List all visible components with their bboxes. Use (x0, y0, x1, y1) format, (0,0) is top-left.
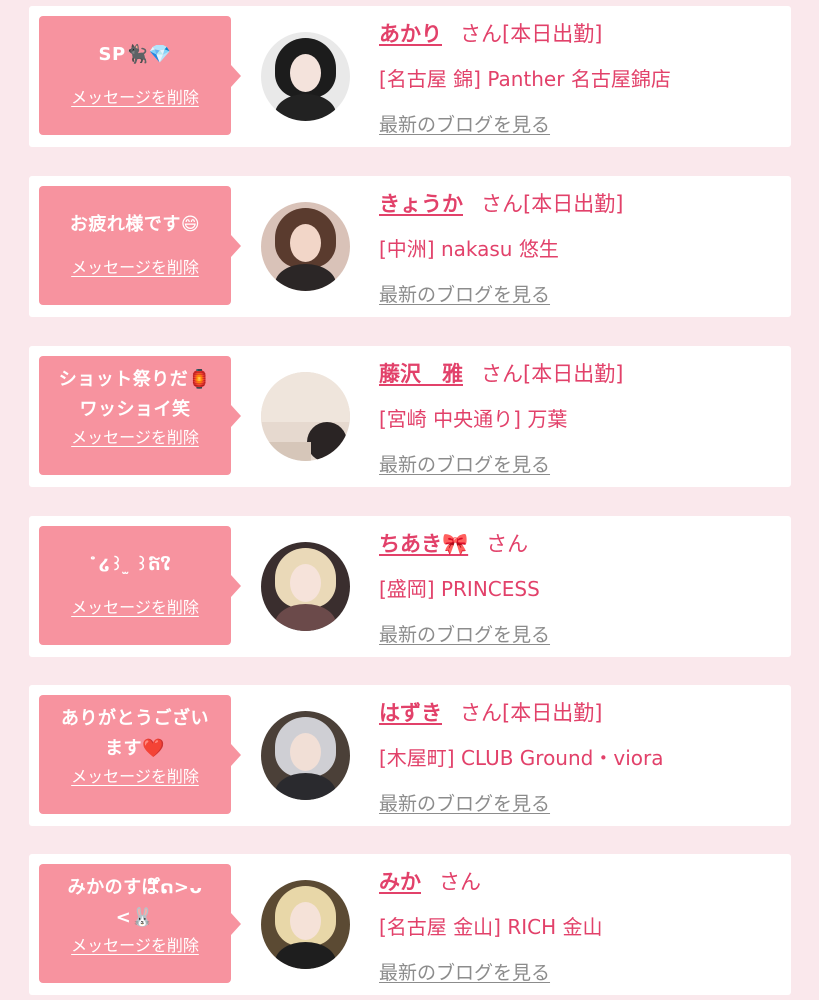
shop-name: [宮崎 中央通り] 万葉 (379, 407, 568, 431)
cast-avatar[interactable] (261, 711, 350, 800)
cast-name-link[interactable]: あかり (379, 22, 442, 46)
honorific: さん (486, 532, 529, 556)
cast-info: はずき さん[本日出勤] [木屋町] CLUB Ground・viora 最新のブ… (379, 685, 781, 826)
delete-message-link[interactable]: メッセージを削除 (39, 84, 231, 108)
cast-card: お疲れ様です😄 メッセージを削除 きょうか さん[本日出勤] [中洲] nakas… (29, 176, 791, 317)
cast-avatar[interactable] (261, 32, 350, 121)
attendance-status: [本日出勤] (523, 362, 624, 386)
latest-blog-link[interactable]: 最新のブログを見る (379, 789, 550, 816)
attendance-status: [本日出勤] (502, 701, 603, 725)
cast-card: みかのすぱ໌ດ>ᴗ <🐰 メッセージを削除 みか さん [名古屋 金山] RICH… (29, 854, 791, 995)
shop-name: [名古屋 錦] Panther 名古屋錦店 (379, 67, 671, 91)
latest-blog-link[interactable]: 最新のブログを見る (379, 110, 550, 137)
cast-name-row: あかり さん[本日出勤] (379, 18, 602, 48)
shop-name: [名古屋 金山] RICH 金山 (379, 915, 603, 939)
message-bubble: お疲れ様です😄 メッセージを削除 (39, 186, 241, 305)
cast-name-row: みか さん (379, 866, 481, 896)
cast-card: ໍ໒꒱ ̫ ꒱ດ໌ໃ メッセージを削除 ちあき🎀 さん [盛岡] PRINCESS… (29, 516, 791, 657)
cast-card: ありがとうござい ます❤️ メッセージを削除 はずき さん[本日出勤] [木屋町]… (29, 685, 791, 826)
cast-info: あかり さん[本日出勤] [名古屋 錦] Panther 名古屋錦店 最新のブログ… (379, 6, 781, 147)
honorific: さん (439, 870, 481, 894)
message-bubble: ໍ໒꒱ ̫ ꒱ດ໌ໃ メッセージを削除 (39, 526, 241, 645)
shop-name: [盛岡] PRINCESS (379, 577, 540, 601)
cast-info: みか さん [名古屋 金山] RICH 金山 最新のブログを見る (379, 854, 781, 995)
latest-blog-link[interactable]: 最新のブログを見る (379, 958, 550, 985)
message-bubble: SP🐈‍⬛💎 メッセージを削除 (39, 16, 241, 135)
cast-avatar[interactable] (261, 880, 350, 969)
latest-blog-link[interactable]: 最新のブログを見る (379, 450, 550, 477)
cast-avatar[interactable] (261, 372, 350, 461)
message-text: ショット祭りだ🏮 ワッショイ笑 (58, 369, 212, 420)
message-bubble: みかのすぱ໌ດ>ᴗ <🐰 メッセージを削除 (39, 864, 241, 983)
delete-message-link[interactable]: メッセージを削除 (39, 763, 231, 787)
shop-name: [木屋町] CLUB Ground・viora (379, 746, 664, 770)
cast-name-row: きょうか さん[本日出勤] (379, 188, 623, 218)
honorific: さん (481, 362, 523, 386)
attendance-status: [本日出勤] (523, 192, 624, 216)
cast-info: きょうか さん[本日出勤] [中洲] nakasu 悠生 最新のブログを見る (379, 176, 781, 317)
message-bubble: ショット祭りだ🏮 ワッショイ笑 メッセージを削除 (39, 356, 241, 475)
delete-message-link[interactable]: メッセージを削除 (39, 254, 231, 278)
message-text: SP🐈‍⬛💎 (98, 44, 172, 65)
attendance-status: [本日出勤] (502, 22, 603, 46)
cast-name-link[interactable]: きょうか (379, 192, 463, 216)
latest-blog-link[interactable]: 最新のブログを見る (379, 620, 550, 647)
cast-info: ちあき🎀 さん [盛岡] PRINCESS 最新のブログを見る (379, 516, 781, 657)
delete-message-link[interactable]: メッセージを削除 (39, 932, 231, 956)
honorific: さん (481, 192, 523, 216)
cast-name-link[interactable]: 藤沢 雅 (379, 362, 463, 386)
message-text: お疲れ様です😄 (69, 214, 201, 235)
honorific: さん (460, 22, 502, 46)
delete-message-link[interactable]: メッセージを削除 (39, 594, 231, 618)
message-text: みかのすぱ໌ດ>ᴗ <🐰 (67, 877, 203, 928)
cast-card: SP🐈‍⬛💎 メッセージを削除 あかり さん[本日出勤] [名古屋 錦] Pant… (29, 6, 791, 147)
message-text: ໍ໒꒱ ̫ ꒱ດ໌ໃ (98, 555, 172, 574)
latest-blog-link[interactable]: 最新のブログを見る (379, 280, 550, 307)
delete-message-link[interactable]: メッセージを削除 (39, 424, 231, 448)
cast-name-link[interactable]: みか (379, 870, 421, 894)
cast-name-row: 藤沢 雅さん[本日出勤] (379, 358, 623, 388)
cast-avatar[interactable] (261, 542, 350, 631)
shop-name: [中洲] nakasu 悠生 (379, 237, 559, 261)
cast-avatar[interactable] (261, 202, 350, 291)
cast-info: 藤沢 雅さん[本日出勤] [宮崎 中央通り] 万葉 最新のブログを見る (379, 346, 781, 487)
cast-name-link[interactable]: はずき (379, 701, 442, 725)
message-bubble: ありがとうござい ます❤️ メッセージを削除 (39, 695, 241, 814)
cast-name-row: はずき さん[本日出勤] (379, 697, 602, 727)
cast-name-row: ちあき🎀 さん (379, 528, 528, 558)
honorific: さん (460, 701, 502, 725)
cast-card: ショット祭りだ🏮 ワッショイ笑 メッセージを削除 藤沢 雅さん[本日出勤] [宮… (29, 346, 791, 487)
cast-name-link[interactable]: ちあき🎀 (379, 532, 468, 556)
message-text: ありがとうござい ます❤️ (61, 708, 209, 759)
